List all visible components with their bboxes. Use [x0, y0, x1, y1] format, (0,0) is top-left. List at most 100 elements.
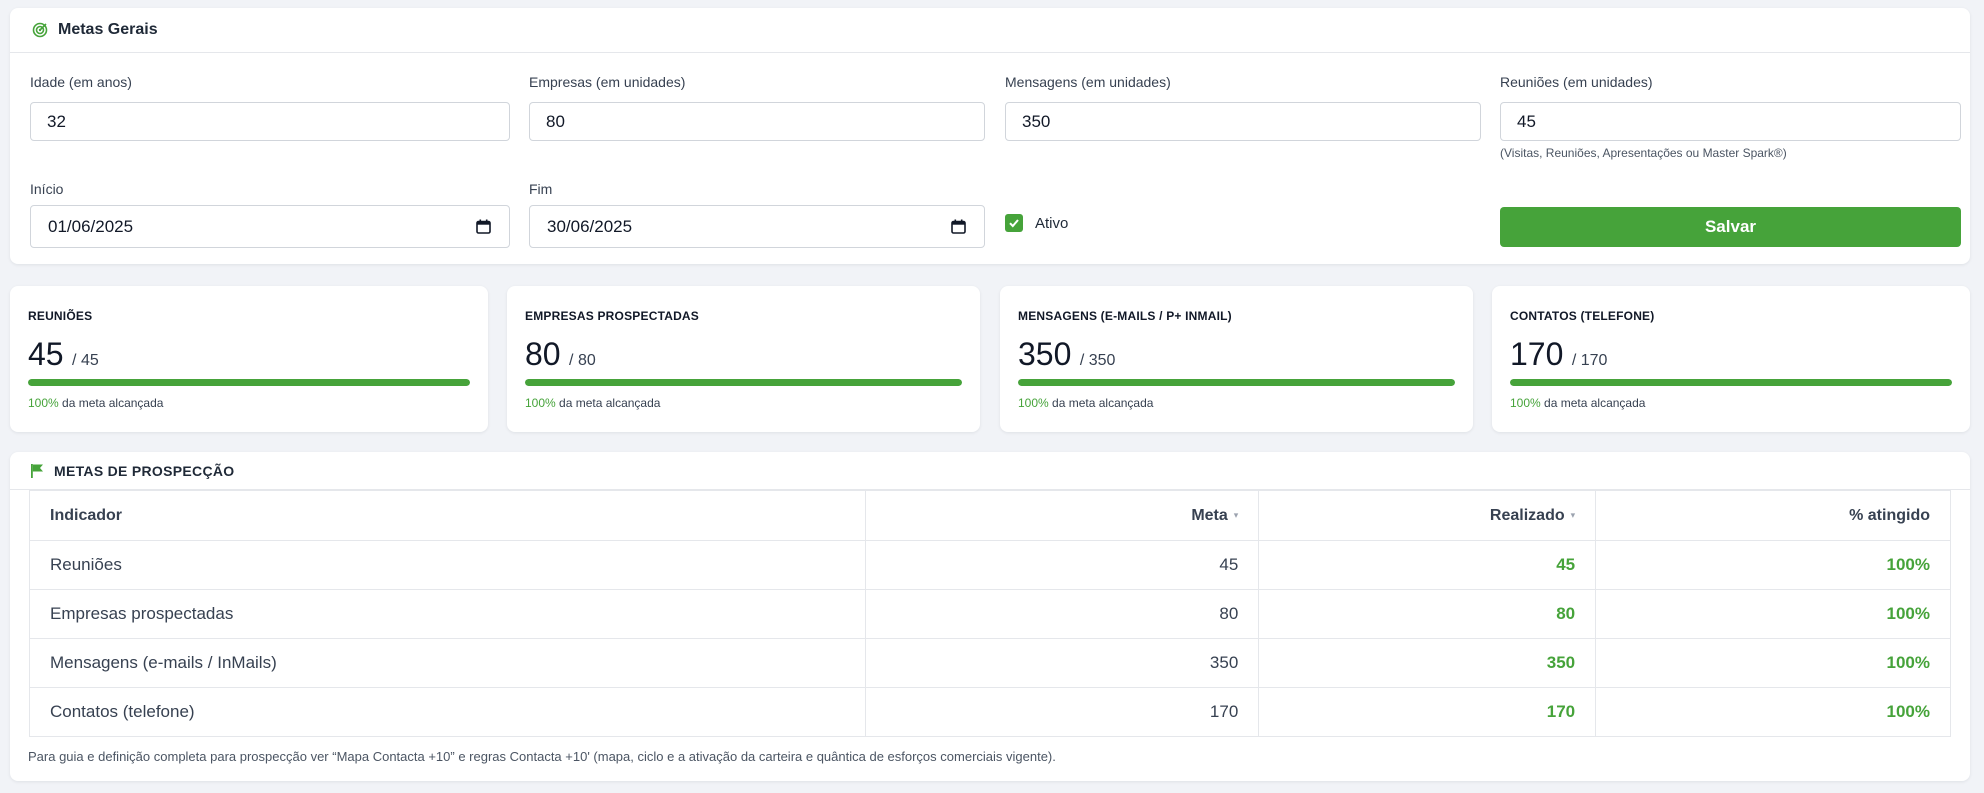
cell-indicador: Mensagens (e-mails / InMails) — [29, 638, 866, 688]
kpi-progress-fill — [525, 379, 962, 386]
end-date-input[interactable]: 30/06/2025 — [529, 205, 985, 248]
column-header-realizado[interactable]: Realizado ▾ — [1258, 490, 1597, 541]
age-label: Idade (em anos) — [30, 74, 132, 90]
cell-realizado: 170 — [1258, 687, 1597, 737]
kpi-target: / 80 — [569, 352, 596, 369]
kpi-target: / 170 — [1571, 352, 1608, 369]
active-label: Ativo — [1035, 214, 1069, 232]
column-header-indicador: Indicador — [29, 490, 866, 541]
kpi-progress-fill — [1510, 379, 1952, 386]
messages-input[interactable] — [1005, 102, 1481, 141]
kpi-card-companies: EMPRESAS PROSPECTADAS 80 / 80 100% da me… — [507, 286, 980, 432]
table-row: Mensagens (e-mails / InMails) 350 350 10… — [29, 638, 1951, 688]
cell-atingido: 100% — [1595, 687, 1951, 737]
start-date-value: 01/06/2025 — [48, 216, 134, 236]
active-toggle[interactable]: Ativo — [1005, 214, 1068, 232]
cell-meta: 170 — [864, 687, 1260, 737]
kpi-caption-text: da meta alcançada — [1052, 396, 1154, 410]
kpi-card-messages: MENSAGENS (E-MAILS / P+ INMAIL) 350 / 35… — [1000, 286, 1473, 432]
cell-meta: 350 — [864, 638, 1260, 688]
kpi-percent: 100% — [1018, 396, 1049, 410]
active-checkbox[interactable] — [1005, 214, 1023, 232]
kpi-progress-fill — [1018, 379, 1455, 386]
kpi-target: / 45 — [72, 352, 99, 369]
column-header-meta[interactable]: Meta ▾ — [864, 490, 1260, 541]
general-goals-card: Metas Gerais Idade (em anos) Empresas (e… — [10, 8, 1970, 264]
meetings-helper-text: (Visitas, Reuniões, Apresentações ou Mas… — [1500, 146, 1787, 160]
kpi-progress-fill — [28, 379, 470, 386]
kpi-title: EMPRESAS PROSPECTADAS — [525, 309, 700, 323]
kpi-caption: 100% da meta alcançada — [1510, 396, 1645, 410]
kpi-title: MENSAGENS (E-MAILS / P+ INMAIL) — [1018, 309, 1232, 323]
kpi-values: 170 / 170 — [1510, 336, 1607, 373]
save-button[interactable]: Salvar — [1500, 207, 1961, 247]
messages-label: Mensagens (em unidades) — [1005, 74, 1171, 90]
kpi-caption-text: da meta alcançada — [559, 396, 661, 410]
kpi-progress-bar — [1018, 379, 1455, 386]
calendar-icon[interactable] — [476, 219, 491, 234]
prospect-goals-table: Indicador Meta ▾ Realizado ▾ % atingido Re… — [29, 490, 1951, 737]
prospect-goals-title: METAS DE PROSPECÇÃO — [54, 462, 235, 479]
kpi-values: 45 / 45 — [28, 336, 99, 373]
kpi-percent: 100% — [1510, 396, 1541, 410]
sort-caret-icon[interactable]: ▾ — [1234, 510, 1239, 520]
prospect-goals-header: METAS DE PROSPECÇÃO — [10, 452, 1970, 490]
column-header-label: Indicador — [50, 506, 123, 524]
cell-atingido: 100% — [1595, 540, 1951, 590]
kpi-caption: 100% da meta alcançada — [1018, 396, 1153, 410]
kpi-title: REUNIÕES — [28, 309, 93, 323]
cell-realizado: 350 — [1258, 638, 1597, 688]
cell-meta: 45 — [864, 540, 1260, 590]
kpi-caption: 100% da meta alcançada — [28, 396, 163, 410]
kpi-card-contacts: CONTATOS (TELEFONE) 170 / 170 100% da me… — [1492, 286, 1970, 432]
calendar-icon[interactable] — [951, 219, 966, 234]
flag-icon — [30, 463, 44, 479]
cell-atingido: 100% — [1595, 589, 1951, 639]
table-row: Empresas prospectadas 80 80 100% — [29, 589, 1951, 639]
kpi-progress-bar — [1510, 379, 1952, 386]
age-input[interactable] — [30, 102, 510, 141]
kpi-values: 350 / 350 — [1018, 336, 1115, 373]
cell-indicador: Contatos (telefone) — [29, 687, 866, 737]
kpi-values: 80 / 80 — [525, 336, 596, 373]
end-date-label: Fim — [529, 181, 553, 197]
kpi-value: 170 — [1510, 336, 1564, 372]
table-row: Reuniões 45 45 100% — [29, 540, 1951, 590]
kpi-card-meetings: REUNIÕES 45 / 45 100% da meta alcançada — [10, 286, 488, 432]
start-date-input[interactable]: 01/06/2025 — [30, 205, 510, 248]
general-goals-title: Metas Gerais — [58, 21, 158, 38]
column-header-atingido: % atingido — [1595, 490, 1951, 541]
cell-realizado: 45 — [1258, 540, 1597, 590]
cell-indicador: Reuniões — [29, 540, 866, 590]
cell-meta: 80 — [864, 589, 1260, 639]
cell-indicador: Empresas prospectadas — [29, 589, 866, 639]
kpi-percent: 100% — [28, 396, 59, 410]
kpi-caption: 100% da meta alcançada — [525, 396, 660, 410]
prospect-goals-card: METAS DE PROSPECÇÃO Indicador Meta ▾ Real… — [10, 452, 1970, 781]
column-header-label: Meta — [1191, 506, 1228, 524]
kpi-value: 80 — [525, 336, 561, 372]
prospect-footnote: Para guia e definição completa para pros… — [28, 749, 1056, 764]
cell-atingido: 100% — [1595, 638, 1951, 688]
kpi-caption-text: da meta alcançada — [1544, 396, 1646, 410]
table-row: Contatos (telefone) 170 170 100% — [29, 687, 1951, 737]
start-date-label: Início — [30, 181, 64, 197]
kpi-target: / 350 — [1079, 352, 1116, 369]
kpi-percent: 100% — [525, 396, 556, 410]
cell-realizado: 80 — [1258, 589, 1597, 639]
meetings-input[interactable] — [1500, 102, 1961, 141]
sort-caret-icon[interactable]: ▾ — [1571, 510, 1576, 520]
kpi-value: 45 — [28, 336, 64, 372]
general-goals-header: Metas Gerais — [10, 8, 1970, 53]
companies-input[interactable] — [529, 102, 985, 141]
column-header-label: % atingido — [1849, 506, 1930, 524]
kpi-progress-bar — [525, 379, 962, 386]
end-date-value: 30/06/2025 — [547, 216, 633, 236]
meetings-label: Reuniões (em unidades) — [1500, 74, 1653, 90]
kpi-value: 350 — [1018, 336, 1072, 372]
kpi-title: CONTATOS (TELEFONE) — [1510, 309, 1655, 323]
target-icon — [32, 22, 48, 38]
table-header-row: Indicador Meta ▾ Realizado ▾ % atingido — [29, 490, 1951, 541]
companies-label: Empresas (em unidades) — [529, 74, 686, 90]
column-header-label: Realizado — [1489, 506, 1565, 524]
